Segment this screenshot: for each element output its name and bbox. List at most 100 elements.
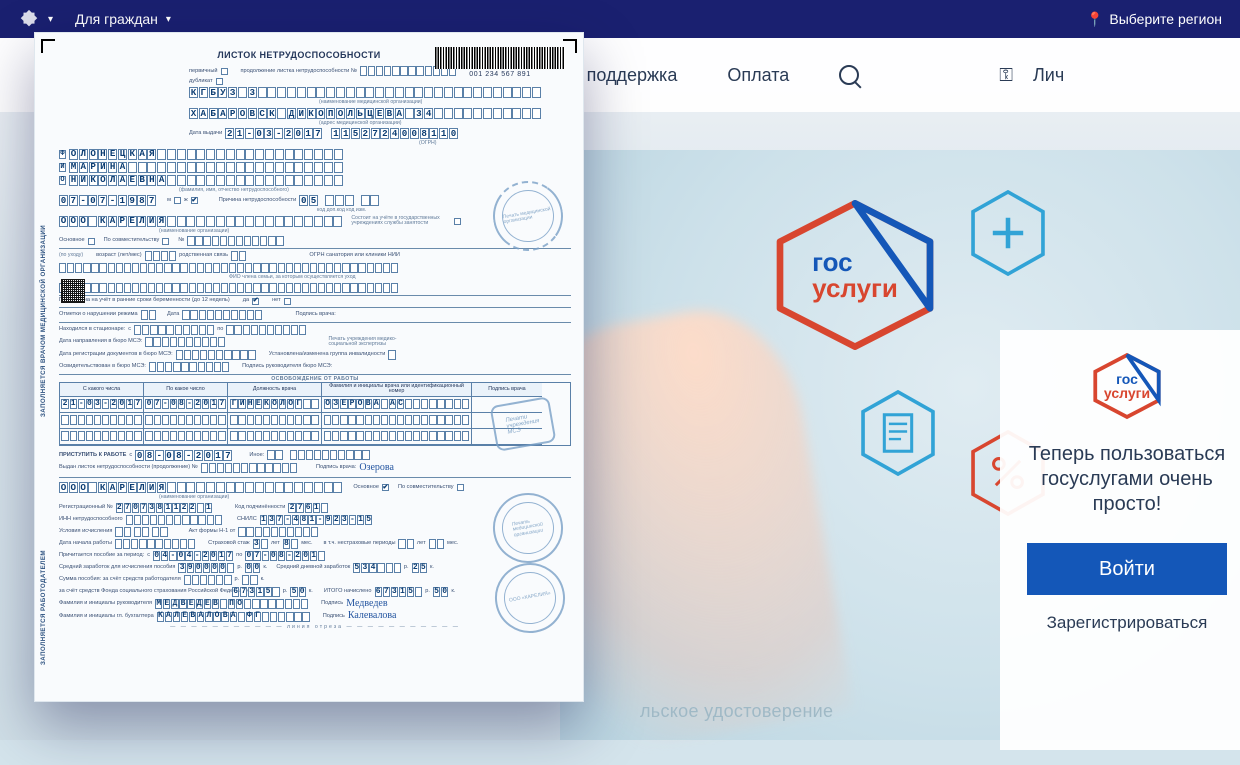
label-reg-no: Регистрационный № [59,505,113,511]
avg-earn-kop-cells: 00 [245,563,260,573]
register-link[interactable]: Зарегистрироваться [1047,613,1208,633]
label-main2: Основное [353,485,379,491]
map-pin-icon: 📍 [1086,11,1103,28]
label-nm: мес. [447,541,458,547]
label-inn: ИНН нетрудоспособного [59,517,123,523]
org-name-note: (наименование медицинской организации) [319,100,571,105]
head-name-cells: МЕДВЕДЕВ ПО [155,599,308,609]
hex-icon-plus [970,190,1046,276]
disability-cells [388,350,395,360]
label-avg-earn: Средний заработок для исчисления пособия [59,565,175,571]
label-date: Дата [167,312,179,318]
logo-text-top: гос [812,249,898,275]
lab-kop3: к. [261,577,265,583]
label-issue-date: Дата выдачи [189,131,222,137]
region-selector[interactable]: 📍 Выберите регион [1086,11,1222,28]
checkbox-duplicate [216,78,223,85]
chevron-down-icon[interactable]: ▾ [48,14,53,25]
years-cells: 3 [253,539,268,549]
r1-from-cells: 21-03-2017 [61,399,141,409]
key-icon[interactable]: ⚿ [999,65,1013,86]
benefit-from-cells: 04-04-2017 [153,551,233,561]
label-combine: По совместительству [104,238,160,244]
label-mse-head-sign: Подпись руководителя бюро МСЭ: [242,364,332,370]
label-daily: Средний дневной заработок [276,565,350,571]
label-act: Акт формы Н-1 от [189,529,236,535]
r2-pos [230,415,318,425]
lab-kop5: к. [451,589,455,595]
r2-doc [324,415,469,425]
label-start-date: Дата начала работы [59,541,112,547]
lab-kop1: к. [263,565,267,571]
label-months: мес. [301,541,312,547]
label-years: лет [271,541,280,547]
care-rel-cells [231,251,246,261]
label-head: Фамилия и инициалы руководителя [59,601,152,607]
emp-name-cells: ООО КАРЕЛИЯ [59,482,342,493]
document-title: ЛИСТОК НЕТРУДОСПОСОБНОСТИ [189,51,409,60]
lab-kop4: к. [309,589,313,595]
label-ins-years: Страховой стаж [208,541,250,547]
label-sub-code: Код подчинённости [235,505,285,511]
sub-code-cells: 2761 [288,503,328,513]
other-date-cells [290,450,370,460]
label-benefit-period: Причитается пособие за период: [59,553,144,559]
label-female: ж [184,198,188,204]
label-mse-referral: Дата направления в бюро МСЭ: [59,339,142,345]
label-to: по [217,327,223,333]
label-violations: Отметки о нарушении режима [59,312,138,318]
menu-item-payment[interactable]: Оплата [727,65,789,86]
checkbox-primary [221,68,228,75]
nonins-m-cells [429,539,444,549]
th-position: Должность врача [228,383,322,397]
label-emp-sum: Сумма пособия: за счёт средств работодат… [59,577,181,583]
daily-kop-cells: 25 [412,563,427,573]
org-addr-note: (адрес медицинской организации) [319,121,571,126]
sick-leave-document: ЗАПОЛНЯЕТСЯ ВРАЧОМ МЕДИЦИНСКОЙ ОРГАНИЗАЦ… [34,32,584,702]
checkbox-no [284,298,291,305]
label-main-job: Основное [59,238,85,244]
th-to: По какое число [144,383,228,397]
barcode: 001 234 567 891 [435,47,565,78]
emp-sum-rub-cells [184,575,232,585]
checkbox-on-register [454,218,461,225]
label-no: нет [272,298,281,304]
lab-rub2: р. [404,565,409,571]
r1-pos-cells: ГИНЕКОЛОГ [230,399,318,409]
label-doctor-sign: Подпись врача: [295,312,335,318]
r1-to-cells: 07-08-2017 [145,399,225,409]
accountant-signature: Калевалова [348,611,397,622]
mse-exam-cells [149,362,229,372]
label-on-register: Состоит на учёте в государственных учреж… [351,216,451,227]
crop-mark-icon [563,39,577,53]
checkbox-main2: ✔ [382,484,389,491]
other-code-cells [267,450,282,460]
search-icon[interactable] [839,65,859,85]
org-name-cells: КГБУЗ 3 [189,87,541,98]
ogrn-cells: 1152724008110 [331,128,458,139]
audience-label: Для граждан [75,11,158,27]
audience-selector[interactable]: Для граждан ▾ [75,11,171,27]
r2-from [61,415,141,425]
label-fss-sum: за счёт средств Фонда социального страхо… [59,589,229,595]
r3-to [145,431,225,441]
org-addr-cells: ХАБАРОВСК ДИКОПОЛЬЦЕВА 34 [189,108,541,119]
login-button[interactable]: Войти [1027,543,1227,595]
menu-item-account[interactable]: Лич [1033,65,1064,86]
doctor-signature: Озерова [359,463,394,474]
lab-rub3: р. [235,577,240,583]
prefix-i: И [59,163,66,172]
accountant-name-cells: КАЛЕВАЛОВА ФГ [157,612,310,622]
reg-no-cells: 2707381122 1 [116,503,212,513]
act-date-cells [238,527,318,537]
logo-text-bottom: услуги [812,275,898,301]
r3-from [61,431,141,441]
section-label-doctor: ЗАПОЛНЯЕТСЯ ВРАЧОМ МЕДИЦИНСКОЙ ОРГАНИЗАЦ… [41,151,48,491]
stamp-org-text: ООО «КАРЕЛИЯ» [509,592,551,605]
violation-code-cells [141,310,156,320]
label-yes: да [243,298,249,304]
patronymic-cells: НИКОЛАЕВНА [69,175,343,186]
hex-icon-document [860,390,936,476]
dob-cells: 07-07-1987 [59,195,156,206]
label-mse-exam: Освидетельствован в бюро МСЭ: [59,364,146,370]
